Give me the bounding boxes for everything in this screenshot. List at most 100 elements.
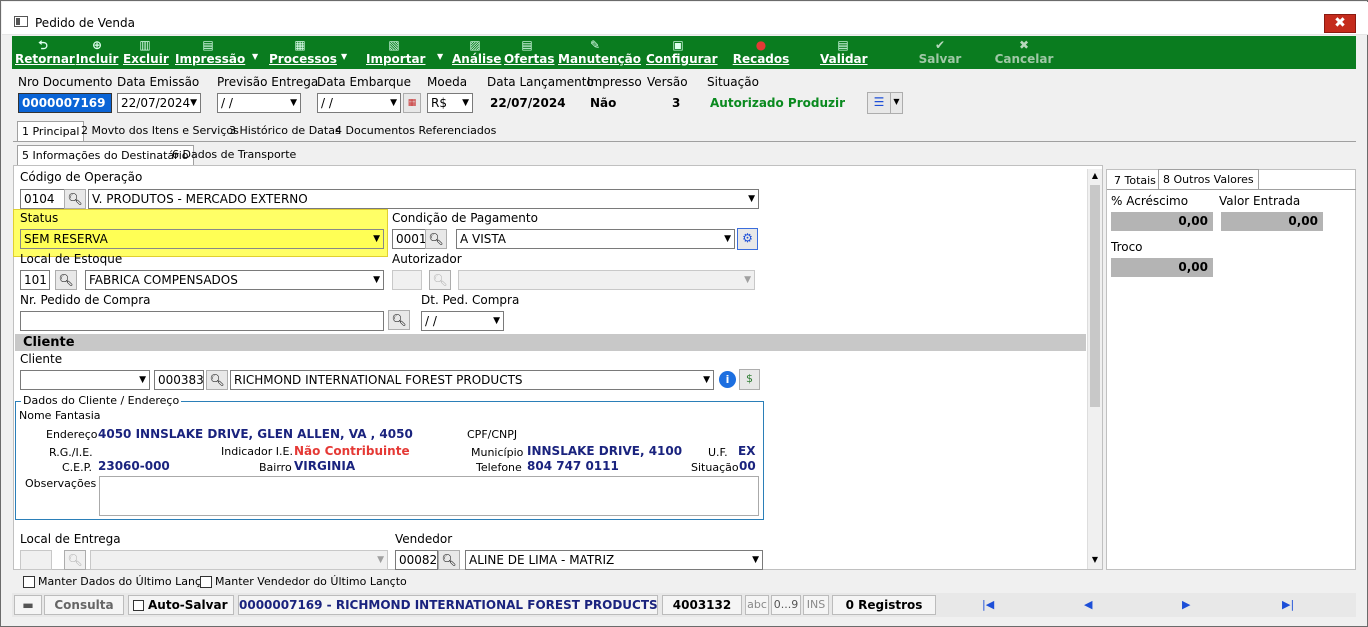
chevron-down-icon[interactable]: ▼: [703, 371, 710, 389]
mode-indicator: Consulta: [44, 595, 124, 615]
auto-salvar-toggle[interactable]: Auto-Salvar: [128, 595, 234, 615]
tab-dados-transporte[interactable]: 6 Dados de Transporte: [168, 145, 300, 165]
importar-button[interactable]: ▧ Importar: [366, 36, 425, 69]
local-estoque-select[interactable]: FABRICA COMPENSADOS ▼: [85, 270, 384, 290]
search-icon[interactable]: 🔍︎: [429, 270, 451, 290]
money-bag-icon[interactable]: $: [739, 369, 760, 390]
cliente-type-select[interactable]: ▼: [20, 370, 150, 390]
chevron-down-icon[interactable]: ▼: [390, 94, 397, 112]
chevron-down-icon[interactable]: ▼: [373, 271, 380, 289]
tab-documentos-referenciados[interactable]: 4 Documentos Referenciados: [331, 121, 500, 141]
gear-icon[interactable]: ⚙: [737, 228, 758, 250]
chevron-down-icon[interactable]: ▼: [752, 551, 759, 569]
validar-button[interactable]: ▤ Validar: [820, 36, 868, 69]
scrollbar-thumb[interactable]: [1090, 185, 1100, 407]
previous-record-icon[interactable]: ◀: [1084, 598, 1092, 611]
auto-salvar-checkbox[interactable]: [133, 600, 144, 611]
status-select[interactable]: SEM RESERVA ▼: [20, 229, 384, 249]
chevron-down-icon[interactable]: ▼: [373, 230, 380, 248]
analise-button[interactable]: ▨ Análise: [452, 36, 501, 69]
recados-button[interactable]: ● Recados: [732, 36, 790, 69]
tab-totais[interactable]: 7 Totais: [1110, 171, 1160, 191]
tab-historico-datas[interactable]: 3 Histórico de Datas: [225, 121, 345, 141]
info-icon[interactable]: i: [719, 371, 736, 388]
chevron-down-icon[interactable]: ▼: [190, 94, 197, 112]
chevron-down-icon[interactable]: ▼: [493, 312, 500, 330]
configurar-button[interactable]: ▣ Configurar: [646, 36, 718, 69]
codigo-operacao-select[interactable]: V. PRODUTOS - MERCADO EXTERNO ▼: [88, 189, 759, 209]
chevron-down-icon[interactable]: ▼: [139, 371, 146, 389]
offers-icon: ▤: [521, 38, 533, 52]
local-entrega-code-input[interactable]: [20, 550, 52, 570]
processos-dropdown-icon[interactable]: ▼: [341, 52, 347, 61]
processos-button[interactable]: ▦ Processos: [269, 36, 337, 69]
dt-ped-compra-input[interactable]: / / ▼: [421, 311, 504, 331]
next-record-icon[interactable]: ▶: [1182, 598, 1190, 611]
ofertas-button[interactable]: ▤ Ofertas: [504, 36, 554, 69]
chevron-down-icon[interactable]: ▼: [748, 190, 755, 208]
autorizador-select[interactable]: ▼: [458, 270, 755, 290]
search-icon[interactable]: 🔍︎: [388, 310, 410, 330]
tab-principal[interactable]: 1 Principal: [17, 121, 85, 141]
search-icon[interactable]: 🔍︎: [425, 229, 447, 249]
keyboard-icon[interactable]: ▬: [14, 595, 42, 615]
impressao-dropdown-icon[interactable]: ▼: [252, 52, 258, 61]
local-estoque-code-input[interactable]: 101: [20, 270, 50, 290]
cliente-name: RICHMOND INTERNATIONAL FOREST PRODUCTS: [234, 373, 523, 387]
close-button[interactable]: ✖: [1324, 14, 1356, 33]
endereco-label: Endereço: [46, 428, 98, 441]
vendedor-code-input[interactable]: 00082: [395, 550, 438, 570]
nro-documento-input[interactable]: 0000007169: [18, 93, 112, 113]
local-entrega-select[interactable]: ▼: [90, 550, 388, 570]
situacao-cliente-value: 00: [739, 459, 756, 473]
manter-vendedor-checkbox[interactable]: [200, 576, 212, 588]
importar-dropdown-icon[interactable]: ▼: [437, 52, 443, 61]
cancelar-button[interactable]: ✖ Cancelar: [994, 36, 1054, 69]
moeda-value: R$: [431, 96, 447, 110]
data-emissao-input[interactable]: 22/07/2024 ▼: [117, 93, 201, 113]
chevron-down-icon[interactable]: ▼: [290, 94, 297, 112]
retornar-button[interactable]: ⮌ Retornar: [15, 36, 75, 69]
codigo-operacao-code-input[interactable]: 0104: [20, 189, 65, 209]
chevron-down-icon[interactable]: ▼: [462, 94, 469, 112]
list-icon[interactable]: ☰: [867, 92, 891, 114]
calendar-icon[interactable]: ▦: [403, 93, 421, 113]
chevron-down-icon[interactable]: ▼: [724, 230, 731, 248]
chevron-down-icon[interactable]: ▼: [1088, 553, 1102, 567]
search-icon[interactable]: 🔍︎: [438, 550, 460, 570]
list-dropdown-icon[interactable]: ▼: [890, 92, 903, 114]
manutencao-button[interactable]: ✎ Manutenção: [558, 36, 641, 69]
condicao-select[interactable]: A VISTA ▼: [456, 229, 735, 249]
data-embarque-input[interactable]: / / ▼: [317, 93, 401, 113]
search-icon[interactable]: 🔍︎: [64, 550, 86, 570]
autorizador-code-input[interactable]: [392, 270, 422, 290]
condicao-desc: A VISTA: [460, 232, 506, 246]
tab-itens-servicos[interactable]: 2 Movto dos Itens e Serviços: [77, 121, 243, 141]
excluir-button[interactable]: ▥ Excluir: [123, 36, 169, 69]
incluir-button[interactable]: ⊕ Incluir: [75, 36, 119, 69]
first-record-icon[interactable]: |◀: [982, 598, 994, 611]
manter-dados-checkbox[interactable]: [23, 576, 35, 588]
vertical-scrollbar[interactable]: ▲ ▼: [1087, 169, 1102, 569]
condicao-code-input[interactable]: 0001: [392, 229, 426, 249]
moeda-select[interactable]: R$ ▼: [427, 93, 473, 113]
cliente-select[interactable]: RICHMOND INTERNATIONAL FOREST PRODUCTS ▼: [230, 370, 714, 390]
search-icon[interactable]: 🔍︎: [55, 270, 77, 290]
nome-fantasia-label: Nome Fantasia: [19, 409, 101, 422]
search-icon[interactable]: 🔍︎: [206, 370, 228, 390]
observacoes-textarea[interactable]: [99, 476, 759, 516]
registros-count: 0 Registros: [832, 595, 936, 615]
nro-documento-label: Nro Documento: [18, 75, 113, 89]
chevron-up-icon[interactable]: ▲: [1088, 169, 1102, 183]
chevron-down-icon[interactable]: ▼: [744, 271, 751, 289]
chevron-down-icon[interactable]: ▼: [377, 551, 384, 569]
impressao-button[interactable]: ▤ Impressão: [175, 36, 245, 69]
tab-outros-valores[interactable]: 8 Outros Valores: [1158, 169, 1259, 189]
last-record-icon[interactable]: ▶|: [1282, 598, 1294, 611]
previsao-entrega-input[interactable]: / / ▼: [217, 93, 301, 113]
vendedor-select[interactable]: ALINE DE LIMA - MATRIZ ▼: [465, 550, 763, 570]
cliente-code-input[interactable]: 0003834: [154, 370, 204, 390]
nr-pedido-compra-input[interactable]: [20, 311, 384, 331]
search-icon[interactable]: 🔍︎: [64, 189, 86, 209]
salvar-button[interactable]: ✔ Salvar: [916, 36, 964, 69]
